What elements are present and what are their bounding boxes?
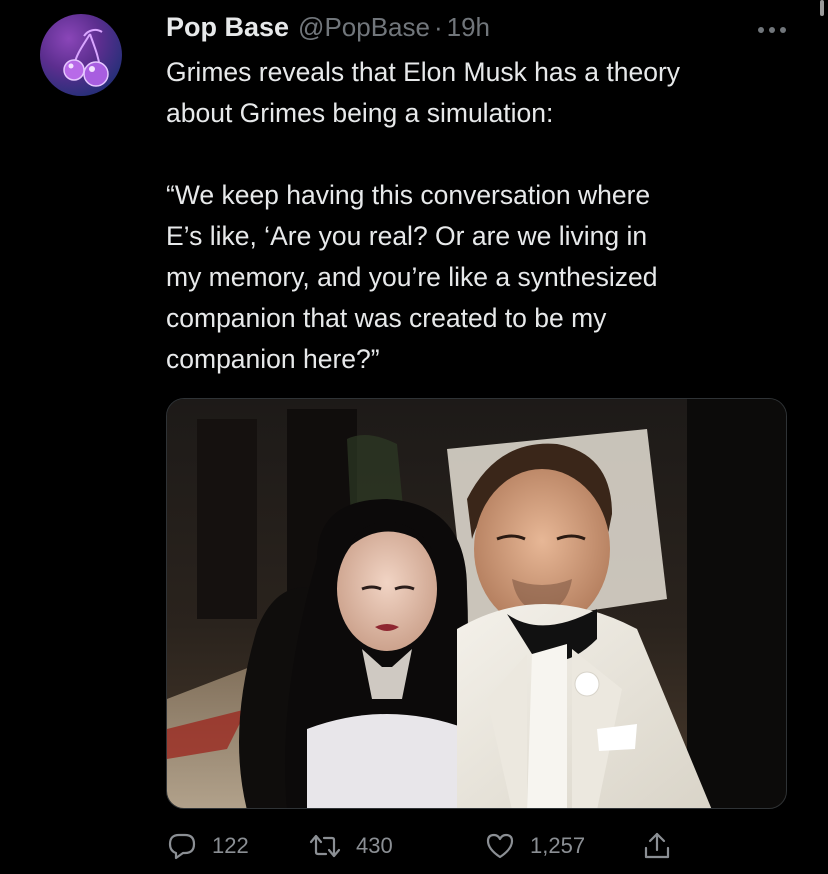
reply-count: 122 <box>212 833 249 858</box>
share-button[interactable] <box>642 826 672 866</box>
more-options-icon[interactable] <box>754 16 790 44</box>
avatar[interactable] <box>40 14 122 96</box>
tweet-photo[interactable] <box>166 398 787 809</box>
retweet-count: 430 <box>356 833 393 858</box>
retweet-button[interactable]: 430 <box>308 826 393 866</box>
retweet-icon <box>309 834 341 858</box>
like-button[interactable]: 1,257 <box>484 826 585 866</box>
event-photo <box>167 399 786 808</box>
reply-button[interactable]: 122 <box>166 826 249 866</box>
scrollbar-thumb[interactable] <box>820 0 824 16</box>
tweet-header: Pop Base @PopBase · 19h <box>166 12 490 46</box>
separator-dot: · <box>433 12 443 42</box>
cherries-icon <box>63 28 109 87</box>
timestamp[interactable]: 19h <box>447 12 490 43</box>
like-count: 1,257 <box>530 833 586 858</box>
share-icon <box>644 832 670 859</box>
tweet-text: Grimes reveals that Elon Musk has a theo… <box>166 57 681 374</box>
user-handle[interactable]: @PopBase <box>298 12 430 43</box>
display-name[interactable]: Pop Base <box>166 12 289 43</box>
reply-icon <box>168 833 196 860</box>
tweet-actions: 122 430 1,257 <box>166 826 726 866</box>
heart-icon <box>486 833 514 859</box>
